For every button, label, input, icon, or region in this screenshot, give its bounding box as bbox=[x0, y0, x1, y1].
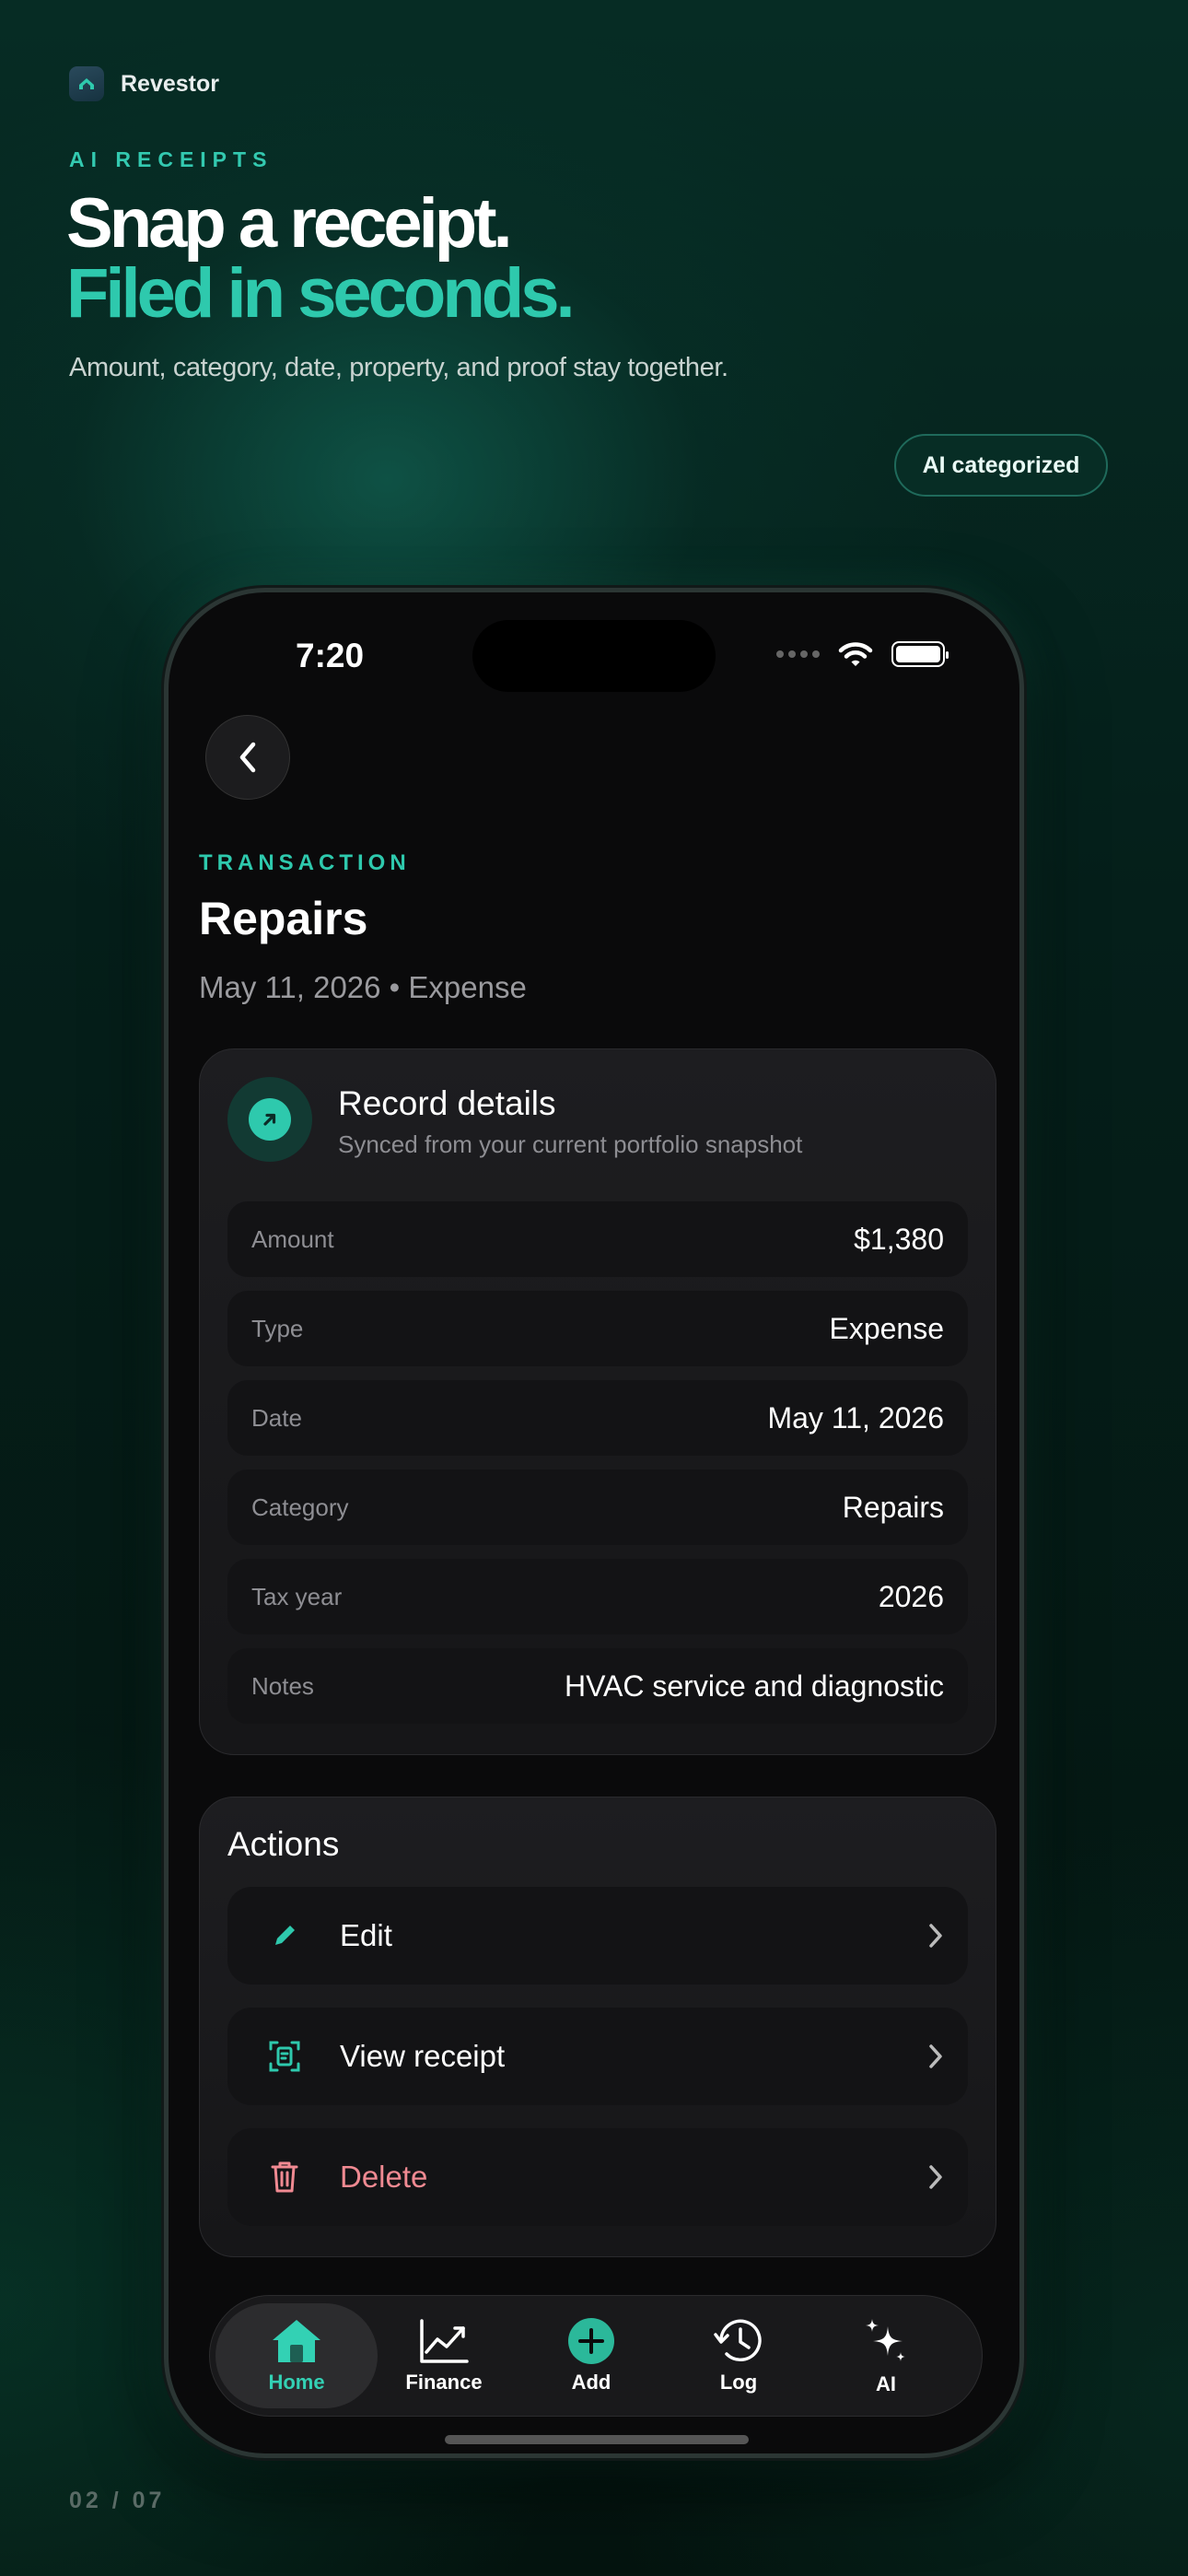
dynamic-island bbox=[472, 620, 716, 692]
action-label: View receipt bbox=[340, 2039, 506, 2073]
tab-finance[interactable]: Finance bbox=[363, 2303, 525, 2408]
tab-log[interactable]: Log bbox=[658, 2303, 820, 2408]
chart-icon bbox=[420, 2319, 469, 2363]
detail-row-amount: Amount $1,380 bbox=[227, 1201, 968, 1277]
transaction-eyebrow: TRANSACTION bbox=[199, 850, 411, 875]
brand-name: Revestor bbox=[121, 70, 219, 97]
brand: Revestor bbox=[69, 66, 219, 101]
revestor-logo-icon bbox=[69, 66, 104, 101]
transaction-meta: May 11, 2026 • Expense bbox=[199, 970, 527, 1004]
hero-headline: Snap a receipt. Filed in seconds. bbox=[66, 184, 576, 333]
tab-label: Home bbox=[268, 2371, 325, 2394]
detail-row-tax-year: Tax year 2026 bbox=[227, 1559, 968, 1634]
tab-label: AI bbox=[876, 2372, 896, 2395]
plus-circle-icon bbox=[568, 2318, 614, 2364]
detail-row-notes: Notes HVAC service and diagnostic bbox=[227, 1648, 968, 1724]
action-label: Edit bbox=[340, 1918, 392, 1952]
edit-action[interactable]: Edit bbox=[227, 1887, 968, 1985]
pencil-icon bbox=[264, 1915, 305, 1956]
chevron-left-icon bbox=[239, 742, 256, 773]
chevron-right-icon bbox=[929, 1924, 942, 1948]
detail-label: Tax year bbox=[251, 1582, 343, 1610]
back-button[interactable] bbox=[205, 715, 290, 800]
page-number: 02 / 07 bbox=[69, 2488, 166, 2513]
tab-label: Log bbox=[719, 2371, 758, 2394]
actions-title: Actions bbox=[227, 1825, 340, 1863]
detail-label: Type bbox=[251, 1314, 304, 1342]
detail-label: Amount bbox=[251, 1224, 334, 1253]
status-time: 7:20 bbox=[296, 637, 365, 674]
detail-row-date: Date May 11, 2026 bbox=[227, 1380, 968, 1456]
hero-subline: Amount, category, date, property, and pr… bbox=[69, 353, 728, 382]
home-indicator bbox=[445, 2435, 749, 2444]
tab-label: Add bbox=[571, 2371, 611, 2394]
detail-row-type: Type Expense bbox=[227, 1291, 968, 1366]
transaction-title: Repairs bbox=[199, 893, 368, 944]
chevron-right-icon bbox=[929, 2044, 942, 2068]
cellular-signal-icon bbox=[776, 650, 820, 658]
detail-value: Expense bbox=[829, 1311, 944, 1345]
tab-add[interactable]: Add bbox=[510, 2303, 672, 2408]
tab-ai[interactable]: AI bbox=[805, 2303, 967, 2408]
detail-value: $1,380 bbox=[854, 1222, 944, 1256]
expense-arrow-icon bbox=[227, 1077, 312, 1162]
record-details-title: Record details bbox=[338, 1084, 556, 1122]
record-details-card: Record details Synced from your current … bbox=[199, 1048, 996, 1755]
ai-categorized-badge: AI categorized bbox=[894, 434, 1108, 497]
record-details-subtitle: Synced from your current portfolio snaps… bbox=[338, 1130, 803, 1158]
view-receipt-action[interactable]: View receipt bbox=[227, 2008, 968, 2105]
history-icon bbox=[714, 2319, 762, 2361]
status-icons bbox=[776, 640, 949, 668]
hero-eyebrow: AI RECEIPTS bbox=[69, 147, 274, 171]
phone-frame: 7:20 TRANSACTION Repairs May 11, 2026 • … bbox=[164, 588, 1024, 2458]
hero-headline-line-1: Snap a receipt. bbox=[66, 184, 513, 263]
detail-row-category: Category Repairs bbox=[227, 1469, 968, 1545]
detail-value: HVAC service and diagnostic bbox=[564, 1669, 944, 1703]
tab-home[interactable]: Home bbox=[215, 2303, 378, 2408]
action-label: Delete bbox=[340, 2160, 428, 2194]
wifi-icon bbox=[838, 642, 873, 666]
delete-action[interactable]: Delete bbox=[227, 2128, 968, 2226]
detail-label: Notes bbox=[251, 1671, 314, 1700]
detail-label: Date bbox=[251, 1403, 302, 1432]
hero-headline-line-2: Filed in seconds. bbox=[66, 254, 576, 333]
detail-value: Repairs bbox=[842, 1490, 944, 1524]
battery-icon bbox=[891, 641, 949, 667]
tab-label: Finance bbox=[405, 2371, 483, 2394]
actions-card: Actions Edit View receipt Delete bbox=[199, 1797, 996, 2257]
detail-value: 2026 bbox=[878, 1579, 944, 1613]
chevron-right-icon bbox=[929, 2165, 942, 2189]
tab-bar: Home Finance Add Log AI bbox=[209, 2295, 983, 2417]
detail-label: Category bbox=[251, 1493, 349, 1521]
receipt-scan-icon bbox=[264, 2036, 305, 2077]
detail-value: May 11, 2026 bbox=[767, 1400, 944, 1434]
trash-icon bbox=[264, 2157, 305, 2197]
sparkles-icon bbox=[866, 2319, 905, 2361]
home-icon bbox=[273, 2320, 320, 2362]
